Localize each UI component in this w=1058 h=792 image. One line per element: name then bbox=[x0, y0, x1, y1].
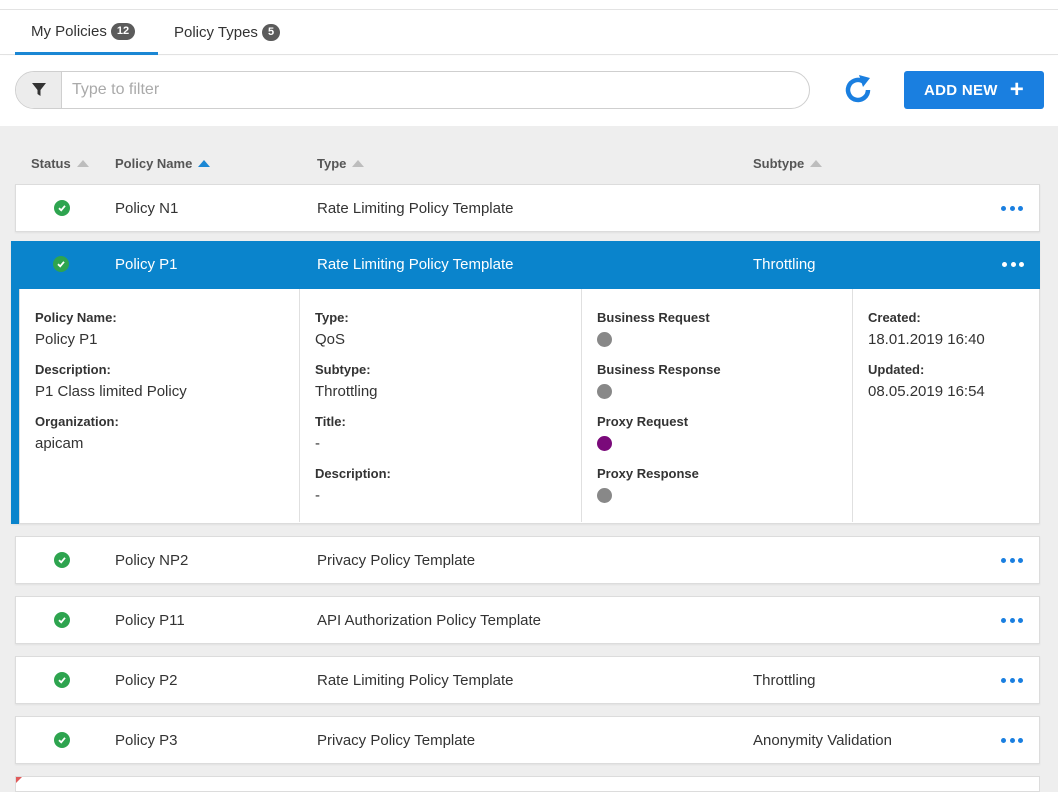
type-description-label: Description: bbox=[315, 466, 391, 481]
filter-input[interactable] bbox=[72, 72, 792, 108]
policy-detail-panel: Policy Name: Policy P1 Description: P1 C… bbox=[19, 289, 1040, 524]
tab-policy-types-label: Policy Types bbox=[174, 24, 258, 41]
description-label: Description: bbox=[35, 362, 111, 377]
top-border bbox=[0, 0, 1058, 10]
toolbar: ADD NEW + bbox=[0, 56, 1058, 126]
row-policy-type: Privacy Policy Template bbox=[317, 731, 476, 749]
sort-arrow-icon bbox=[76, 160, 89, 167]
add-new-button[interactable]: ADD NEW + bbox=[904, 71, 1044, 109]
status-ok-icon bbox=[54, 612, 70, 628]
created-label: Created: bbox=[868, 310, 921, 325]
tab-policy-types-count: 5 bbox=[261, 24, 281, 41]
type-description-value: - bbox=[315, 487, 320, 504]
column-header-policy-name-label: Policy Name bbox=[115, 156, 193, 171]
more-options-icon[interactable] bbox=[1001, 670, 1023, 690]
tab-policy-types[interactable]: Policy Types 5 bbox=[174, 10, 281, 55]
status-ok-icon bbox=[54, 732, 70, 748]
status-ok-icon bbox=[53, 256, 69, 272]
business-request-label: Business Request bbox=[597, 310, 710, 325]
detail-column-stages: Business Request Business Response Proxy… bbox=[582, 289, 853, 522]
add-new-label: ADD NEW bbox=[923, 81, 998, 99]
status-error-icon bbox=[16, 777, 22, 783]
updated-label: Updated: bbox=[868, 362, 925, 377]
proxy-request-label: Proxy Request bbox=[597, 414, 689, 429]
more-options-icon[interactable] bbox=[1001, 550, 1023, 570]
row-policy-name: Policy P2 bbox=[115, 671, 178, 689]
detail-column-dates: Created: 18.01.2019 16:40 Updated: 08.05… bbox=[853, 289, 1039, 522]
column-header-subtype-label: Subtype bbox=[753, 156, 805, 171]
filter-box bbox=[15, 71, 810, 109]
policy-name-value: Policy P1 bbox=[35, 331, 98, 348]
row-policy-type: Rate Limiting Policy Template bbox=[317, 255, 514, 273]
table-row[interactable]: Policy N1 Rate Limiting Policy Template bbox=[15, 184, 1040, 232]
type-value: QoS bbox=[315, 331, 346, 348]
status-ok-icon bbox=[54, 552, 70, 568]
sort-arrow-icon bbox=[810, 160, 823, 167]
column-header-subtype[interactable]: Subtype bbox=[753, 156, 823, 171]
more-options-icon[interactable] bbox=[1001, 730, 1023, 750]
column-header-policy-name[interactable]: Policy Name bbox=[115, 156, 211, 171]
next-row-partial bbox=[15, 776, 1040, 792]
row-policy-type: Rate Limiting Policy Template bbox=[317, 199, 514, 217]
refresh-icon[interactable] bbox=[838, 70, 878, 110]
row-policy-subtype: Anonymity Validation bbox=[753, 731, 892, 749]
table-row[interactable]: Policy P2 Rate Limiting Policy Template … bbox=[15, 656, 1040, 704]
created-value: 18.01.2019 16:40 bbox=[868, 331, 985, 348]
more-options-icon[interactable] bbox=[1001, 610, 1023, 630]
subtype-label: Subtype: bbox=[315, 362, 371, 377]
status-ok-icon bbox=[54, 200, 70, 216]
row-policy-name: Policy P1 bbox=[115, 255, 178, 273]
business-response-indicator bbox=[597, 384, 612, 399]
detail-column-type: Type: QoS Subtype: Throttling Title: - D… bbox=[300, 289, 582, 522]
more-options-icon[interactable] bbox=[1001, 198, 1023, 218]
organization-value: apicam bbox=[35, 435, 84, 452]
row-policy-name: Policy P11 bbox=[115, 611, 185, 629]
row-policy-subtype: Throttling bbox=[753, 255, 816, 273]
selected-row-header[interactable]: Policy P1 Rate Limiting Policy Template … bbox=[19, 241, 1040, 289]
row-policy-name: Policy NP2 bbox=[115, 551, 189, 569]
policy-name-label: Policy Name: bbox=[35, 310, 117, 325]
row-policy-type: API Authorization Policy Template bbox=[317, 611, 542, 629]
title-label: Title: bbox=[315, 414, 346, 429]
column-header-status-label: Status bbox=[31, 156, 71, 171]
business-response-label: Business Response bbox=[597, 362, 721, 377]
tab-bar: My Policies 12 Policy Types 5 bbox=[0, 10, 1058, 55]
table-row[interactable]: Policy P11 API Authorization Policy Temp… bbox=[15, 596, 1040, 644]
title-value: - bbox=[315, 435, 320, 452]
row-policy-name: Policy N1 bbox=[115, 199, 179, 217]
status-ok-icon bbox=[54, 672, 70, 688]
sort-arrow-active-icon bbox=[198, 160, 211, 167]
sort-arrow-icon bbox=[352, 160, 365, 167]
column-header-type-label: Type bbox=[317, 156, 347, 171]
proxy-response-label: Proxy Response bbox=[597, 466, 699, 481]
table-row[interactable]: Policy P3 Privacy Policy Template Anonym… bbox=[15, 716, 1040, 764]
table-row[interactable]: Policy NP2 Privacy Policy Template bbox=[15, 536, 1040, 584]
tab-my-policies-label: My Policies bbox=[31, 22, 107, 40]
organization-label: Organization: bbox=[35, 414, 119, 429]
row-policy-name: Policy P3 bbox=[115, 731, 178, 749]
row-policy-type: Privacy Policy Template bbox=[317, 551, 476, 569]
plus-icon: + bbox=[1009, 76, 1025, 103]
detail-column-general: Policy Name: Policy P1 Description: P1 C… bbox=[20, 289, 300, 522]
table-row-selected[interactable]: Policy P1 Rate Limiting Policy Template … bbox=[11, 241, 1040, 524]
type-label: Type: bbox=[315, 310, 349, 325]
business-request-indicator bbox=[597, 332, 612, 347]
updated-value: 08.05.2019 16:54 bbox=[868, 383, 985, 400]
column-header-type[interactable]: Type bbox=[317, 156, 365, 171]
row-policy-subtype: Throttling bbox=[753, 671, 816, 689]
row-policy-type: Rate Limiting Policy Template bbox=[317, 671, 514, 689]
column-header-status[interactable]: Status bbox=[31, 156, 89, 171]
more-options-icon[interactable] bbox=[1002, 254, 1024, 274]
description-value: P1 Class limited Policy bbox=[35, 383, 187, 400]
filter-icon[interactable] bbox=[16, 72, 62, 108]
tab-my-policies[interactable]: My Policies 12 bbox=[15, 10, 158, 55]
proxy-request-indicator bbox=[597, 436, 612, 451]
proxy-response-indicator bbox=[597, 488, 612, 503]
subtype-value: Throttling bbox=[315, 383, 378, 400]
tab-my-policies-count: 12 bbox=[110, 22, 136, 40]
